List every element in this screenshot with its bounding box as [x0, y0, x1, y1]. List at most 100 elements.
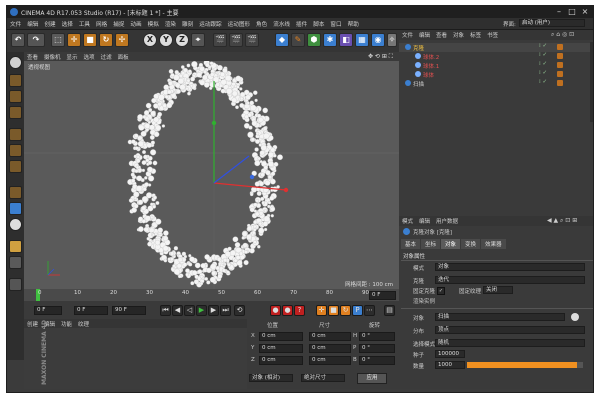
camera-icon[interactable]: ◉ [371, 33, 385, 47]
object-menu-item[interactable]: 书签 [484, 30, 501, 40]
polygons-mode-icon[interactable] [9, 160, 22, 173]
object-row[interactable]: 克隆 ⁞ ✓ [399, 43, 593, 52]
subdivision-icon[interactable]: ⬢ [307, 33, 321, 47]
count-slider[interactable] [467, 362, 583, 368]
visibility-icon[interactable]: ⁞ ✓ [539, 79, 547, 85]
scene-icon[interactable]: ▦ [355, 33, 369, 47]
snap-icon[interactable] [9, 218, 22, 231]
edges-mode-icon[interactable] [9, 144, 22, 157]
attribute-tab[interactable]: 坐标 [421, 239, 441, 249]
coord-size-mode-select[interactable]: 绝对尺寸 [301, 374, 345, 382]
object-row[interactable]: 扫描 ⁞ ✓ [399, 79, 593, 88]
key-param-button[interactable]: P [352, 305, 363, 316]
record-button[interactable]: ● [270, 305, 281, 316]
object-row[interactable]: 球体.1 ⁞ ✓ [399, 61, 593, 70]
material-menu-item[interactable]: 纹理 [75, 319, 92, 329]
menu-item[interactable]: 动画 [127, 18, 144, 28]
attribute-menu-item[interactable]: 用户数据 [433, 216, 461, 226]
end-frame-field[interactable]: 90 F [112, 306, 146, 315]
undo-button[interactable]: ↶ [11, 33, 25, 47]
menu-item[interactable]: 流水线 [270, 18, 293, 28]
redo-button[interactable]: ↷ [27, 33, 45, 47]
move-tool-icon[interactable]: ✛ [67, 33, 81, 47]
visibility-icon[interactable]: ⁞ ✓ [539, 52, 547, 58]
menu-item[interactable]: 模拟 [145, 18, 162, 28]
material-menu-item[interactable]: 创建 [24, 319, 41, 329]
menu-item[interactable]: 编辑 [24, 18, 41, 28]
lock-icon[interactable] [9, 278, 22, 291]
fixed-texture-select[interactable]: 关闭 [483, 286, 513, 294]
side-tabs[interactable] [590, 42, 593, 122]
coord-position-field[interactable]: 0 cm [259, 356, 303, 365]
menu-item[interactable]: 工具 [76, 18, 93, 28]
visibility-icon[interactable]: ⁞ ✓ [539, 70, 547, 76]
coordinate-system-icon[interactable]: ⌖ [191, 33, 205, 47]
menu-item[interactable]: 帮助 [345, 18, 362, 28]
coord-position-field[interactable]: 0 cm [259, 332, 303, 341]
axis-x-button[interactable]: X [143, 33, 157, 47]
workplane-icon[interactable] [9, 106, 22, 119]
axis-y-button[interactable]: Y [159, 33, 173, 47]
attribute-tab[interactable]: 基本 [401, 239, 421, 249]
render-view-icon[interactable]: 🎬 [213, 33, 227, 47]
seed-field[interactable]: 100000 [435, 350, 465, 358]
key-scale-button[interactable]: ■ [328, 305, 339, 316]
cloner-icon[interactable]: ✱ [323, 33, 337, 47]
close-button[interactable]: × [579, 7, 591, 17]
coord-rotation-field[interactable]: 0 ° [359, 344, 395, 353]
render-settings-icon[interactable]: 🎬 [245, 33, 259, 47]
fixed-clone-checkbox[interactable]: ✓ [437, 287, 445, 295]
next-key-button[interactable]: ▶ [208, 305, 219, 316]
coord-rotation-field[interactable]: 0 ° [359, 356, 395, 365]
apply-button[interactable]: 应用 [357, 373, 387, 384]
attribute-tab[interactable]: 对象 [441, 239, 461, 249]
live-select-icon[interactable]: ⬚ [51, 33, 65, 47]
select-mode-select[interactable]: 随机 [435, 339, 585, 347]
viewport[interactable]: 透视视图 网格间距 : 100 cm [24, 61, 399, 289]
object-menu-item[interactable]: 编辑 [416, 30, 433, 40]
material-menu-item[interactable]: 功能 [58, 319, 75, 329]
coord-size-field[interactable]: 0 cm [309, 344, 351, 353]
tweak-mode-icon[interactable] [9, 202, 22, 215]
menu-item[interactable]: 捕捉 [110, 18, 127, 28]
attribute-menu-item[interactable]: 模式 [399, 216, 416, 226]
object-menu-item[interactable]: 文件 [399, 30, 416, 40]
light-icon[interactable]: ✧ [387, 33, 397, 47]
deformer-icon[interactable]: ◧ [339, 33, 353, 47]
go-end-button[interactable]: ⏭ [220, 305, 231, 316]
axis-z-button[interactable]: Z [175, 33, 189, 47]
attribute-menu-item[interactable]: 编辑 [416, 216, 433, 226]
key-position-button[interactable]: ✛ [316, 305, 327, 316]
texture-mode-icon[interactable] [9, 90, 22, 103]
menu-item[interactable]: 创建 [41, 18, 58, 28]
timeline-end-frame[interactable]: 0 F [369, 291, 396, 300]
maximize-button[interactable]: □ [566, 7, 578, 17]
attribute-nav-icon[interactable]: ◀ ▲ ⌕ ⊡ ⊞ [547, 217, 577, 225]
key-rotation-button[interactable]: ↻ [340, 305, 351, 316]
play-button[interactable]: ▶ [196, 305, 207, 316]
render-picture-viewer-icon[interactable]: 🎬 [229, 33, 243, 47]
timeline-window-button[interactable]: ▤ [384, 305, 395, 316]
current-frame-field[interactable]: 0 F [74, 306, 108, 315]
planar-workplane-icon[interactable] [9, 256, 22, 269]
object-menu-item[interactable]: 查看 [433, 30, 450, 40]
minimize-button[interactable]: – [553, 7, 565, 17]
menu-item[interactable]: 窗口 [327, 18, 344, 28]
start-frame-field[interactable]: 0 F [34, 306, 62, 315]
object-menu-item[interactable]: 对象 [450, 30, 467, 40]
cube-icon[interactable]: ◆ [275, 33, 289, 47]
make-editable-icon[interactable] [9, 56, 22, 69]
recent-tool-icon[interactable]: ✢ [115, 33, 129, 47]
loop-button[interactable]: ⟲ [234, 305, 245, 316]
count-field[interactable]: 1000 [435, 361, 465, 369]
key-pla-button[interactable]: ⋯ [364, 305, 375, 316]
points-mode-icon[interactable] [9, 128, 22, 141]
object-row[interactable]: 球体.2 ⁞ ✓ [399, 52, 593, 61]
pen-icon[interactable]: ✎ [291, 33, 305, 47]
visibility-icon[interactable]: ⁞ ✓ [539, 43, 547, 49]
menu-item[interactable]: 网格 [93, 18, 110, 28]
attribute-tab[interactable]: 效果器 [481, 239, 506, 249]
object-search-icon[interactable]: ⌕ ⌂ ◎ ⊡ [551, 31, 574, 39]
mode-select[interactable]: 对象 [435, 263, 585, 271]
axis-mode-icon[interactable] [9, 186, 22, 199]
